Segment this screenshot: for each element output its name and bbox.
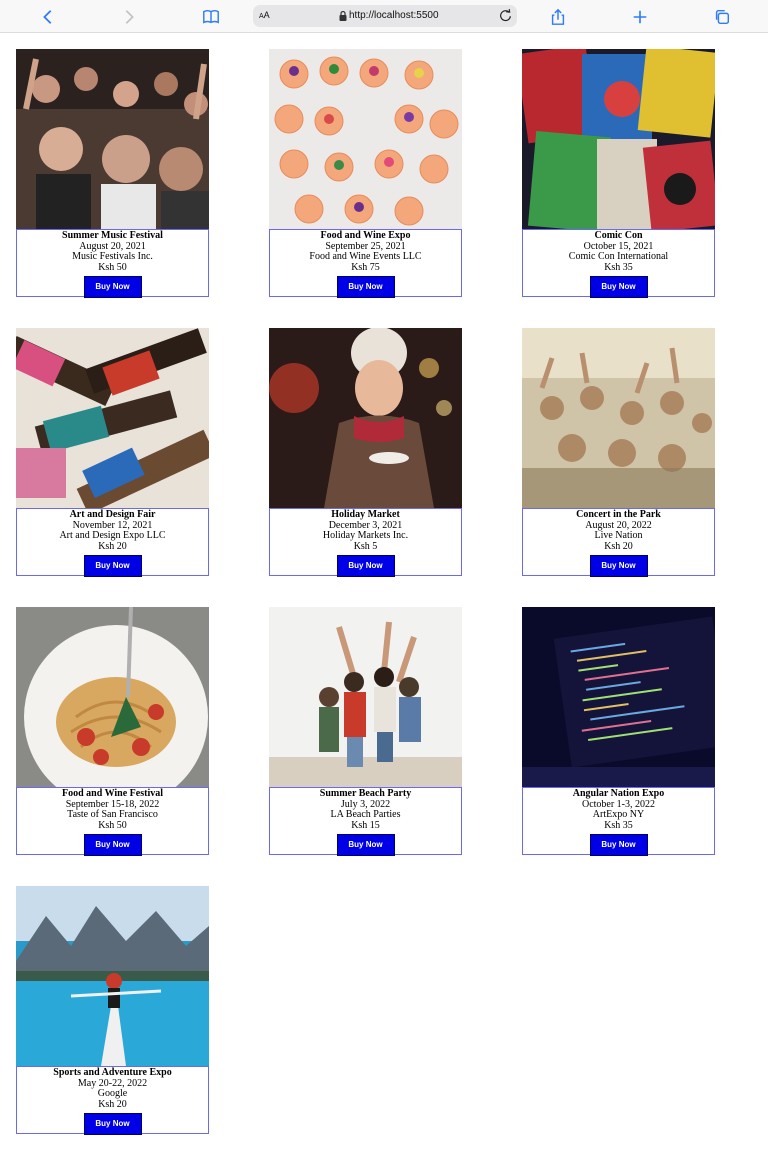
event-card: Sports and Adventure Expo May 20-22, 202… — [16, 886, 209, 1136]
share-icon — [551, 8, 565, 25]
event-image-spaghetti-plate — [16, 607, 209, 787]
url-text: http://localhost:5500 — [349, 10, 439, 21]
event-price: Ksh 20 — [98, 1098, 127, 1110]
buy-now-button[interactable]: Buy Now — [589, 834, 648, 857]
buy-now-button[interactable]: Buy Now — [83, 1113, 142, 1136]
event-price: Ksh 75 — [351, 261, 380, 273]
event-info: Concert in the Park August 20, 2022 Live… — [522, 508, 715, 578]
event-info: Comic Con October 15, 2021 Comic Con Int… — [522, 229, 715, 299]
new-tab-button[interactable] — [629, 6, 651, 28]
buy-now-button[interactable]: Buy Now — [83, 276, 142, 299]
event-name: Art and Design Fair — [69, 509, 156, 520]
event-image-woman-winter-hat — [269, 328, 462, 508]
back-button[interactable] — [37, 6, 59, 28]
buy-now-button[interactable]: Buy Now — [83, 555, 142, 578]
tabs-icon — [715, 9, 730, 25]
event-name: Sports and Adventure Expo — [53, 1067, 172, 1078]
event-name: Comic Con — [594, 230, 643, 241]
chevron-left-icon — [43, 10, 52, 24]
forward-button[interactable] — [118, 6, 140, 28]
plus-icon — [633, 10, 647, 24]
event-price: Ksh 15 — [351, 819, 380, 831]
tabs-button[interactable] — [711, 6, 733, 28]
event-name: Food and Wine Festival — [61, 788, 164, 799]
event-info: Angular Nation Expo October 1-3, 2022 Ar… — [522, 787, 715, 857]
share-button[interactable] — [547, 6, 569, 28]
event-info: Summer Beach Party July 3, 2022 LA Beach… — [269, 787, 462, 857]
event-image-decorated-cookies — [269, 49, 462, 229]
event-price: Ksh 35 — [604, 261, 633, 273]
bookmarks-button[interactable] — [200, 6, 222, 28]
buy-now-button[interactable]: Buy Now — [336, 834, 395, 857]
event-name: Holiday Market — [331, 509, 400, 520]
event-name: Concert in the Park — [576, 509, 661, 520]
event-image-dancing-crowd — [522, 328, 715, 508]
text-size-button[interactable]: AA — [259, 10, 270, 20]
event-name: Food and Wine Expo — [320, 230, 411, 241]
event-card: Concert in the Park August 20, 2022 Live… — [522, 328, 715, 578]
event-info: Food and Wine Festival September 15-18, … — [16, 787, 209, 857]
event-info: Holiday Market December 3, 2021 Holiday … — [269, 508, 462, 578]
buy-now-button[interactable]: Buy Now — [83, 834, 142, 857]
event-name: Summer Music Festival — [62, 230, 163, 241]
event-card: Angular Nation Expo October 1-3, 2022 Ar… — [522, 607, 715, 857]
event-image-kayak-lake — [16, 886, 209, 1066]
event-card: Food and Wine Festival September 15-18, … — [16, 607, 209, 857]
event-price: Ksh 20 — [604, 540, 633, 552]
event-image-friends-dancing — [269, 607, 462, 787]
event-info: Summer Music Festival August 20, 2021 Mu… — [16, 229, 209, 299]
buy-now-button[interactable]: Buy Now — [336, 555, 395, 578]
buy-now-button[interactable]: Buy Now — [589, 555, 648, 578]
event-card: Holiday Market December 3, 2021 Holiday … — [269, 328, 462, 578]
event-card: Art and Design Fair November 12, 2021 Ar… — [16, 328, 209, 578]
book-icon — [203, 9, 219, 24]
event-card: Summer Beach Party July 3, 2022 LA Beach… — [269, 607, 462, 857]
event-name: Angular Nation Expo — [572, 788, 665, 799]
address-bar[interactable]: AA http://localhost:5500 — [253, 5, 517, 27]
chevron-right-icon — [125, 10, 134, 24]
event-name: Summer Beach Party — [319, 788, 412, 799]
event-price: Ksh 50 — [98, 819, 127, 831]
event-image-paint-brushes — [16, 328, 209, 508]
event-card: Summer Music Festival August 20, 2021 Mu… — [16, 49, 209, 299]
event-info: Food and Wine Expo September 25, 2021 Fo… — [269, 229, 462, 299]
event-price: Ksh 5 — [353, 540, 378, 552]
event-price: Ksh 20 — [98, 540, 127, 552]
buy-now-button[interactable]: Buy Now — [589, 276, 648, 299]
event-image-comic-books — [522, 49, 715, 229]
event-price: Ksh 35 — [604, 819, 633, 831]
event-card: Comic Con October 15, 2021 Comic Con Int… — [522, 49, 715, 299]
reload-icon[interactable] — [498, 8, 513, 23]
event-info: Sports and Adventure Expo May 20-22, 202… — [16, 1066, 209, 1136]
event-info: Art and Design Fair November 12, 2021 Ar… — [16, 508, 209, 578]
browser-toolbar: AA http://localhost:5500 — [0, 0, 768, 33]
event-image-laptop-code — [522, 607, 715, 787]
event-price: Ksh 50 — [98, 261, 127, 273]
lock-icon — [339, 11, 347, 21]
buy-now-button[interactable]: Buy Now — [336, 276, 395, 299]
event-card: Food and Wine Expo September 25, 2021 Fo… — [269, 49, 462, 299]
event-image-concert-crowd — [16, 49, 209, 229]
